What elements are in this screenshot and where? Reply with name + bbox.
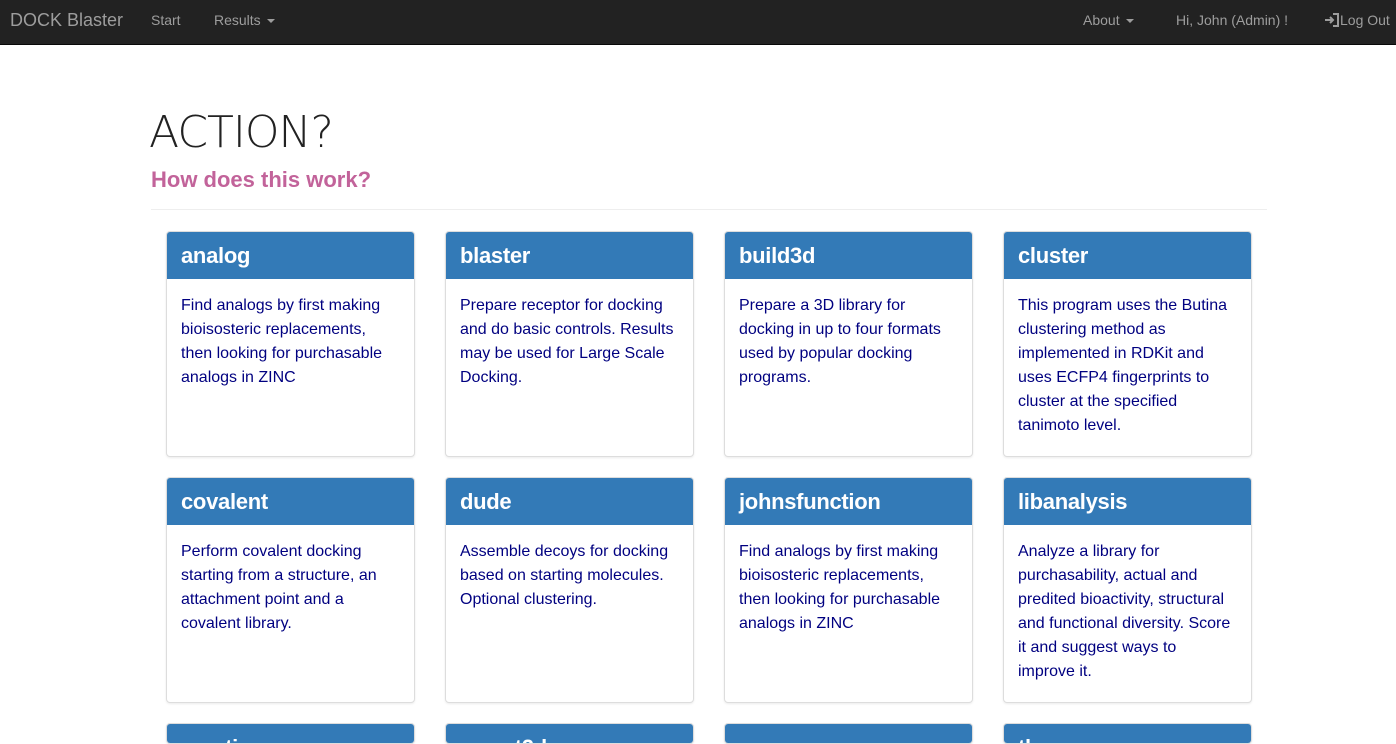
card-description: Perform covalent docking starting from a… [181,543,377,632]
card-report2d[interactable]: report2d [445,723,694,744]
nav-about-label: About [1083,12,1120,28]
card-title: threes [1004,724,1251,743]
nav-results-dropdown[interactable]: Results [214,0,275,40]
log-out-icon [1324,2,1340,42]
card-build3d[interactable]: build3d Prepare a 3D library for docking… [724,231,973,457]
brand-link[interactable]: DOCK Blaster [10,0,123,40]
card-analog[interactable]: analog Find analogs by first making bioi… [166,231,415,457]
card-blaster[interactable]: blaster Prepare receptor for docking and… [445,231,694,457]
card-title: dude [446,478,693,525]
card-title: report2d [446,724,693,743]
card-description: Find analogs by first making bioisosteri… [739,543,941,632]
card-threes[interactable]: threes [1003,723,1252,744]
chevron-down-icon [1125,19,1134,24]
card-description: This program uses the Butina clustering … [1018,297,1227,434]
card-description: Assemble decoys for docking based on sta… [460,543,669,608]
nav-results-label: Results [214,12,261,28]
card-title: covalent [167,478,414,525]
card-title: reaction [167,724,414,743]
card-johnsfunction[interactable]: johnsfunction Find analogs by first maki… [724,477,973,703]
logout-label: Log Out [1340,12,1390,28]
nav-user[interactable]: Hi, John (Admin) ! [1176,0,1288,40]
card-title: sea [725,724,972,743]
nav-start[interactable]: Start [151,0,181,40]
card-libanalysis[interactable]: libanalysis Analyze a library for purcha… [1003,477,1252,703]
card-title: cluster [1004,232,1251,279]
card-title: analog [167,232,414,279]
card-cluster[interactable]: cluster This program uses the Butina clu… [1003,231,1252,457]
card-description: Prepare receptor for docking and do basi… [460,297,674,386]
chevron-down-icon [266,19,275,24]
card-description: Analyze a library for purchasability, ac… [1018,543,1231,680]
card-title: johnsfunction [725,478,972,525]
page-title: ACTION? [149,107,334,158]
nav-about-dropdown[interactable]: About [1083,0,1134,40]
card-description: Find analogs by first making bioisosteri… [181,297,383,386]
card-reaction[interactable]: reaction [166,723,415,744]
card-title: libanalysis [1004,478,1251,525]
logout-link[interactable]: Log Out [1324,0,1390,40]
help-link[interactable]: How does this work? [151,165,371,195]
page-header: ACTION? How does this work? [149,105,1267,210]
card-dude[interactable]: dude Assemble decoys for docking based o… [445,477,694,703]
card-covalent[interactable]: covalent Perform covalent docking starti… [166,477,415,703]
top-navbar: DOCK Blaster Start Results About Hi, Joh… [0,0,1396,45]
card-title: build3d [725,232,972,279]
card-title: blaster [446,232,693,279]
card-sea[interactable]: sea [724,723,973,744]
card-description: Prepare a 3D library for docking in up t… [739,297,941,386]
